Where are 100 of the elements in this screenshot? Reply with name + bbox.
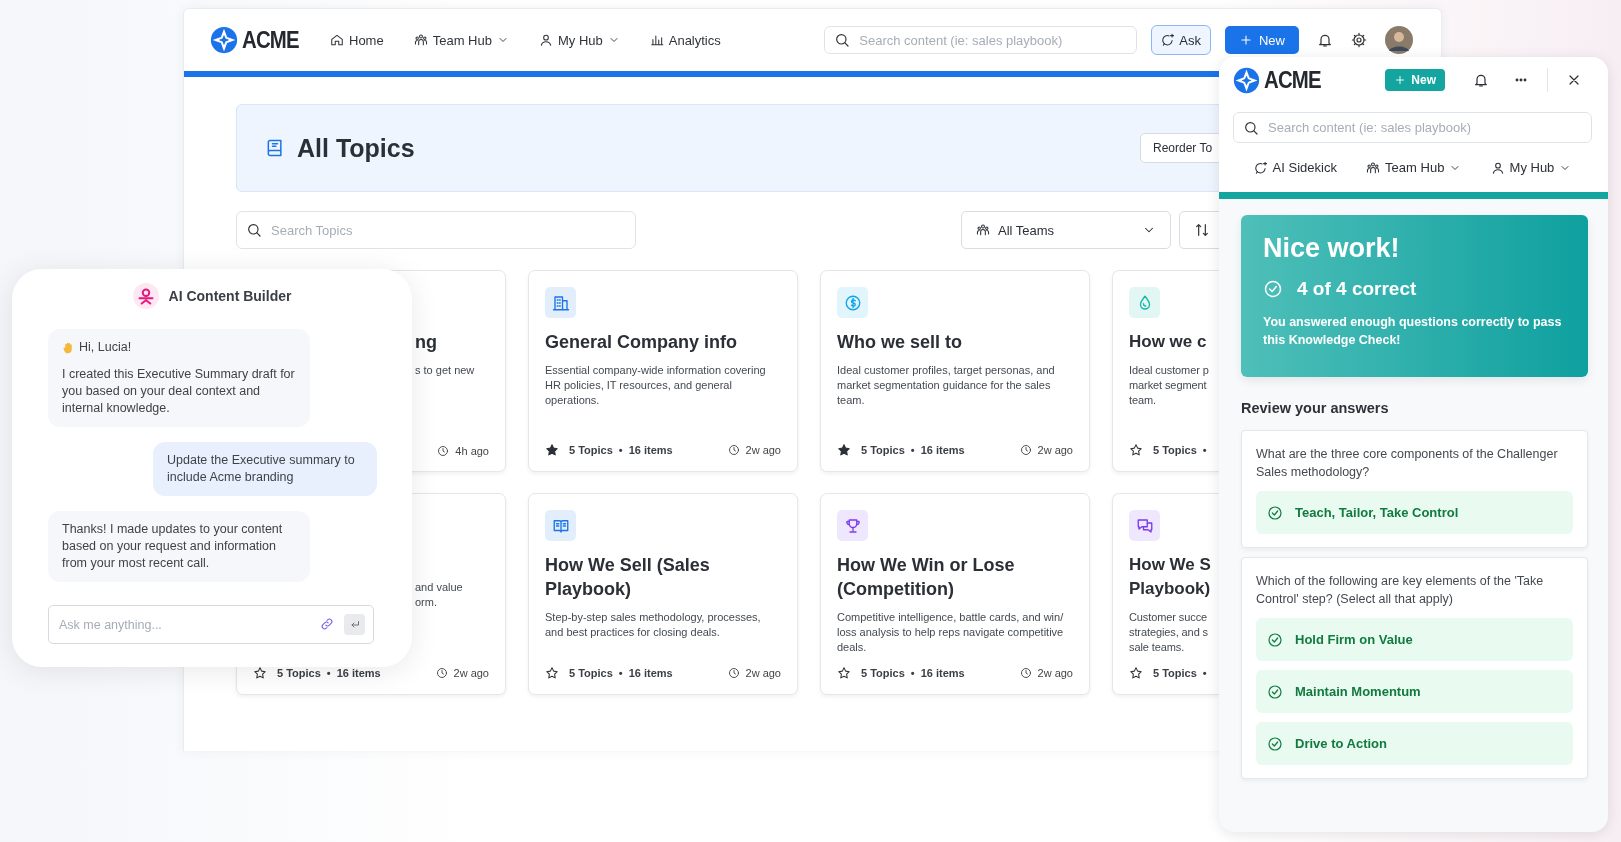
message-input[interactable]: Ask me anything...	[48, 605, 374, 644]
answer-option: Teach, Tailor, Take Control	[1256, 491, 1573, 534]
check-circle-icon	[1267, 683, 1283, 700]
check-circle-icon	[1267, 735, 1283, 752]
search-field[interactable]: Search Topics	[236, 211, 636, 249]
answer-option: Drive to Action	[1256, 722, 1573, 765]
logo-text: ACME	[242, 26, 299, 54]
topic-count: 5 Topics	[569, 444, 613, 456]
answer-option: Hold Firm on Value	[1256, 618, 1573, 661]
chat-sparkle-icon	[1161, 33, 1176, 47]
link-icon[interactable]	[320, 617, 334, 631]
item-count: 16 items	[336, 667, 381, 679]
card-description: Ideal customer p market segment team.	[1129, 363, 1209, 408]
settings-icon[interactable]	[1351, 32, 1367, 48]
separator-dot: •	[910, 667, 915, 679]
card-description: and value orm.	[415, 580, 463, 610]
card-title: How We Sell (Sales Playbook)	[545, 554, 711, 601]
check-circle-icon	[1263, 279, 1283, 299]
updated-time: 4h ago	[455, 445, 489, 457]
plus-icon	[1394, 74, 1407, 86]
clock-icon	[1019, 667, 1032, 679]
updated-time: 2w ago	[1037, 444, 1073, 456]
search-field[interactable]: Search content (ie: sales playbook)	[824, 26, 1138, 54]
star-icon[interactable]	[253, 666, 267, 680]
question-text: Which of the following are key elements of the 'Take Control' step? (Select all that apply)	[1256, 573, 1545, 608]
nav-link[interactable]: Analytics	[649, 32, 721, 48]
updated-time: 2w ago	[1037, 667, 1073, 679]
nav-link[interactable]: Team Hub	[1366, 160, 1462, 175]
book-icon	[265, 138, 285, 158]
topic-card[interactable]: General Company info Essential company-wide information covering HR policies, IT resources, and general operations. 5 Topics • 16 items 2w ago	[528, 270, 798, 472]
topic-card[interactable]: How we c Ideal customer p market segment team. 5 Topics •	[1112, 270, 1219, 472]
message-text: I created this Executive Summary draft for you based on your deal context and internal knowledge.	[62, 366, 296, 417]
topic-count: 5 Topics	[569, 667, 613, 679]
separator-dot: •	[618, 667, 623, 679]
card-title: General Company info	[545, 331, 739, 354]
updated-time: 2w ago	[745, 667, 781, 679]
logo-text: ACME	[1264, 66, 1321, 94]
clock-icon	[437, 445, 450, 457]
topic-count: 5 Topics	[1153, 444, 1197, 456]
separator-dot: •	[326, 667, 331, 679]
person-icon	[1490, 160, 1505, 175]
notifications-icon[interactable]	[1473, 72, 1489, 88]
nav-link[interactable]: AI Sidekick	[1253, 160, 1337, 175]
logo-icon	[1233, 66, 1260, 94]
answer-option: Maintain Momentum	[1256, 670, 1573, 713]
topic-card[interactable]: Who we sell to Ideal customer profiles, target personas, and market segmentation guidance for the sales team. 5 Topics • 16 items 2w ago	[820, 270, 1090, 472]
ask-button[interactable]: Ask	[1151, 25, 1211, 55]
check-circle-icon	[1267, 504, 1283, 521]
result-message: You answered enough questions correctly to pass this Knowledge Check!	[1263, 314, 1563, 349]
people-icon	[976, 223, 990, 237]
nav-link[interactable]: My Hub	[538, 32, 620, 48]
score-text: 4 of 4 correct	[1297, 278, 1417, 300]
star-icon[interactable]	[837, 443, 851, 457]
topic-count: 5 Topics	[277, 667, 321, 679]
person-icon	[538, 33, 553, 47]
card-title: ng	[415, 331, 437, 354]
updated-time: 2w ago	[453, 667, 489, 679]
plus-icon	[1239, 33, 1253, 47]
star-icon[interactable]	[545, 443, 559, 457]
card-title: How We S Playbook)	[1129, 554, 1211, 600]
item-count: 16 items	[920, 444, 965, 456]
question-text: What are the three core components of the Challenger Sales methodology?	[1256, 446, 1559, 481]
result-title: Nice work!	[1263, 233, 1401, 264]
home-icon	[330, 33, 344, 47]
topic-count: 5 Topics	[1153, 667, 1197, 679]
notifications-icon[interactable]	[1317, 32, 1333, 48]
search-field[interactable]: Search content (ie: sales playbook)	[1233, 112, 1592, 143]
nav-link[interactable]: My Hub	[1490, 160, 1572, 175]
clock-icon	[1019, 444, 1032, 456]
topic-card[interactable]: How We Win or Lose (Competition) Competitive intelligence, battle cards, and win/ loss analysis to help reps navigate competitive deals. 5 Topics • 16 items 2w ago	[820, 493, 1090, 695]
ai-builder-icon	[132, 283, 159, 309]
clock-icon	[727, 444, 740, 456]
bar-chart-icon	[649, 33, 664, 47]
topic-card[interactable]: How We Sell (Sales Playbook) Step-by-step sales methodology, processes, and best practices for closing deals. 5 Topics • 16 items 2w ago	[528, 493, 798, 695]
chat-sparkle-icon	[1253, 160, 1268, 175]
panel-title: AI Content Builder	[168, 288, 292, 304]
topic-card[interactable]: How We S Playbook) Customer succe strategies, and s sale teams. 5 Topics •	[1112, 493, 1219, 695]
separator-dot: •	[1202, 444, 1207, 456]
team-dropdown[interactable]: All Teams	[961, 211, 1171, 249]
card-title: How We Win or Lose (Competition)	[837, 554, 1016, 601]
separator-dot: •	[1202, 667, 1207, 679]
card-description: s to get new	[415, 363, 475, 378]
card-description: Competitive intelligence, battle cards, and win/ loss analysis to help reps navigate competitive deals.	[837, 610, 1065, 655]
page-title: All Topics	[297, 133, 415, 163]
star-icon[interactable]	[1129, 666, 1143, 680]
card-description: Ideal customer profiles, target personas, and market segmentation guidance for the sales team.	[837, 363, 1056, 408]
item-count: 16 items	[920, 667, 965, 679]
separator-dot: •	[618, 444, 623, 456]
logo-icon	[210, 26, 238, 54]
avatar[interactable]	[1385, 26, 1413, 54]
star-icon[interactable]	[837, 666, 851, 680]
new-button[interactable]: New	[1225, 26, 1299, 54]
star-icon[interactable]	[545, 666, 559, 680]
message-text: Update the Executive summary to include Acme branding	[167, 452, 356, 486]
star-icon[interactable]	[1129, 443, 1143, 457]
clock-icon	[727, 667, 740, 679]
nav-link[interactable]: Home	[330, 32, 384, 48]
nav-link[interactable]: Team Hub	[413, 32, 509, 48]
item-count: 16 items	[628, 444, 673, 456]
people-icon	[413, 33, 428, 47]
